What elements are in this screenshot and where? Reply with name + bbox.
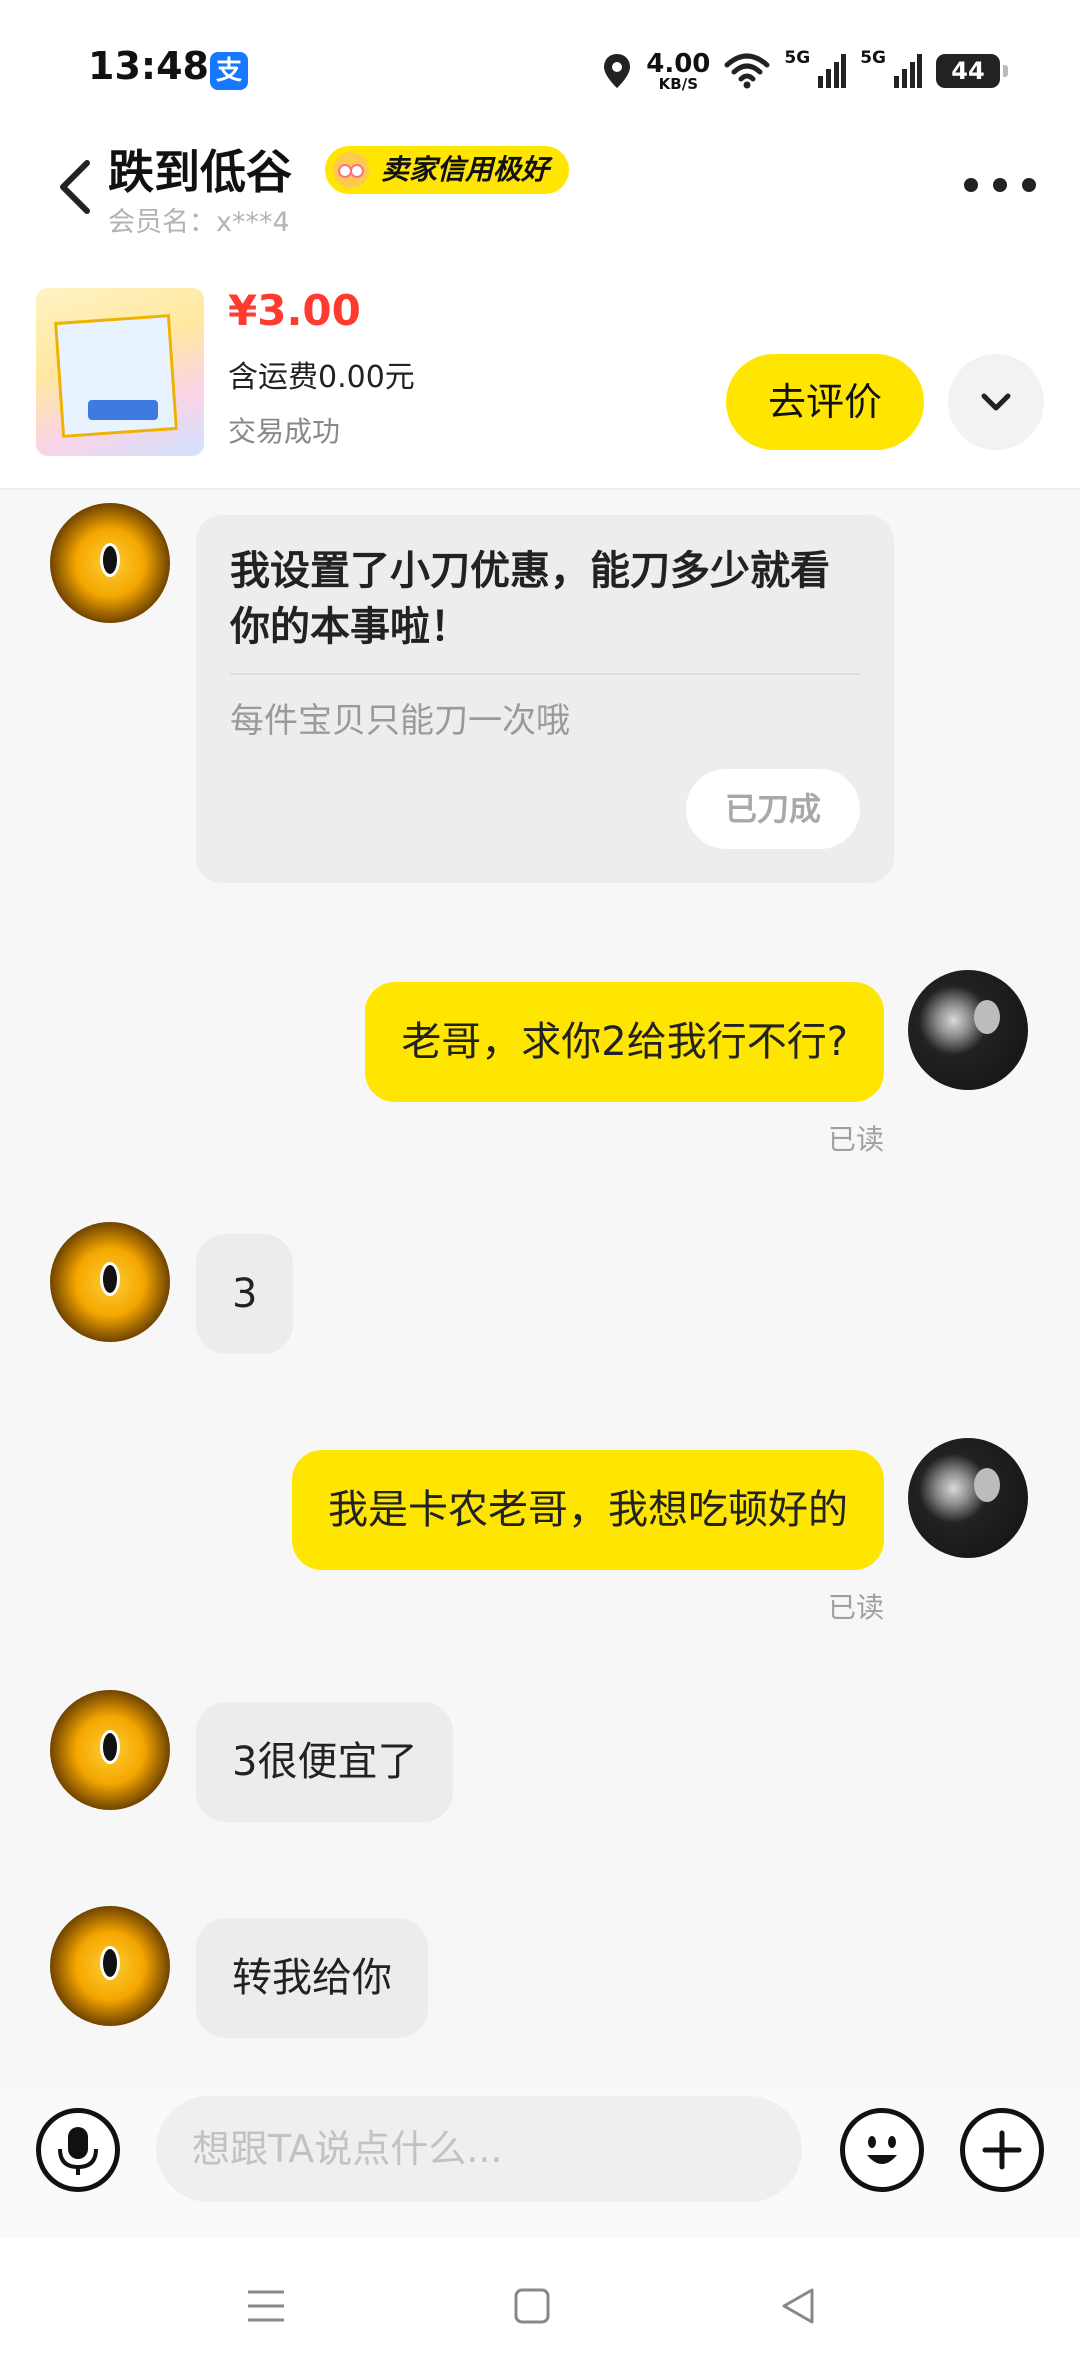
eye-icon (100, 1730, 120, 1764)
network-type-2: 5G (860, 48, 886, 68)
status-bar: 13:48 支 4.00 KB/S 5G 5G 44 (0, 0, 1080, 130)
voice-button[interactable] (36, 2108, 120, 2192)
seller-avatar[interactable] (50, 1906, 170, 2026)
menu-nav-button[interactable] (226, 2266, 306, 2346)
seller-avatar[interactable] (50, 503, 170, 623)
divider (230, 673, 860, 675)
expand-button[interactable] (948, 354, 1044, 450)
bargain-card-title: 我设置了小刀优惠，能刀多少就看你的本事啦！ (230, 548, 830, 650)
bargain-done-button[interactable]: 已刀成 (686, 769, 860, 849)
net-speed-value: 4.00 (646, 48, 711, 79)
system-nav-bar (0, 2238, 1080, 2373)
chevron-left-icon (60, 160, 90, 214)
read-receipt: 已读 (827, 1591, 884, 1624)
eye-icon (100, 1262, 120, 1296)
smiley-icon (867, 2136, 897, 2164)
dot-icon (964, 178, 978, 192)
trade-status: 交易成功 (228, 415, 341, 448)
eye-icon (100, 1946, 120, 1980)
back-nav-button[interactable] (758, 2266, 838, 2346)
face-icon (974, 1000, 1000, 1034)
dot-icon (1022, 178, 1036, 192)
credit-badge[interactable]: 卖家信用极好 (325, 146, 570, 194)
seller-name[interactable]: 跌到低谷 (108, 136, 292, 202)
square-icon (514, 2288, 550, 2324)
seller-avatar[interactable] (50, 1690, 170, 1810)
more-options-button[interactable] (964, 170, 1036, 200)
read-receipt: 已读 (827, 1123, 884, 1156)
add-button[interactable] (960, 2108, 1044, 2192)
back-button[interactable] (44, 152, 104, 222)
emoji-button[interactable] (840, 2108, 924, 2192)
message-bubble-incoming[interactable]: 转我给你 (196, 1918, 428, 2038)
face-icon (974, 1468, 1000, 1502)
chevron-down-icon (981, 393, 1011, 411)
bargain-card[interactable]: 我设置了小刀优惠，能刀多少就看你的本事啦！ 每件宝贝只能刀一次哦 已刀成 (196, 515, 894, 883)
location-icon (604, 54, 631, 88)
microphone-icon (58, 2127, 98, 2175)
review-button[interactable]: 去评价 (726, 354, 924, 450)
product-thumbnail[interactable] (36, 288, 204, 456)
eye-icon (100, 543, 120, 577)
emoji-face-icon (333, 152, 369, 188)
home-nav-button[interactable] (492, 2266, 572, 2346)
user-avatar[interactable] (908, 1438, 1028, 1558)
message-bubble-incoming[interactable]: 3很便宜了 (196, 1702, 454, 1822)
credit-badge-label: 卖家信用极好 (381, 153, 550, 186)
input-bar (0, 2088, 1080, 2238)
message-bubble-incoming[interactable]: 3 (196, 1234, 294, 1354)
message-bubble-outgoing[interactable]: 老哥，求你2给我行不行? (365, 982, 884, 1102)
alipay-icon: 支 (210, 52, 248, 90)
wifi-icon (724, 53, 770, 89)
menu-icon (248, 2290, 284, 2322)
user-avatar[interactable] (908, 970, 1028, 1090)
bargain-card-subtitle: 每件宝贝只能刀一次哦 (230, 701, 570, 741)
seller-avatar[interactable] (50, 1222, 170, 1342)
battery-icon: 44 (936, 54, 1008, 88)
product-card[interactable]: ¥3.00 含运费0.00元 交易成功 去评价 (0, 240, 1080, 490)
net-speed-unit: KB/S (658, 74, 698, 93)
plus-icon (982, 2130, 1022, 2170)
chat-header: 跌到低谷 卖家信用极好 会员名：x***4 (0, 130, 1080, 240)
message-input[interactable] (156, 2096, 802, 2202)
product-shipping: 含运费0.00元 (228, 360, 415, 395)
dot-icon (993, 178, 1007, 192)
product-price: ¥3.00 (228, 286, 361, 335)
signal-icon (818, 54, 847, 88)
triangle-back-icon (782, 2288, 814, 2324)
member-name: 会员名：x***4 (108, 207, 290, 238)
net-speed: 4.00 KB/S (646, 51, 710, 92)
chat-screen: 13:48 支 4.00 KB/S 5G 5G 44 跌到低谷 卖家信用极好 会… (0, 0, 1080, 2373)
status-indicators: 4.00 KB/S 5G 5G 44 (602, 48, 1008, 94)
signal-icon-2 (894, 54, 922, 88)
message-bubble-outgoing[interactable]: 我是卡农老哥，我想吃顿好的 (292, 1450, 884, 1570)
status-time: 13:48 (88, 44, 209, 88)
network-type-1: 5G (784, 48, 811, 68)
